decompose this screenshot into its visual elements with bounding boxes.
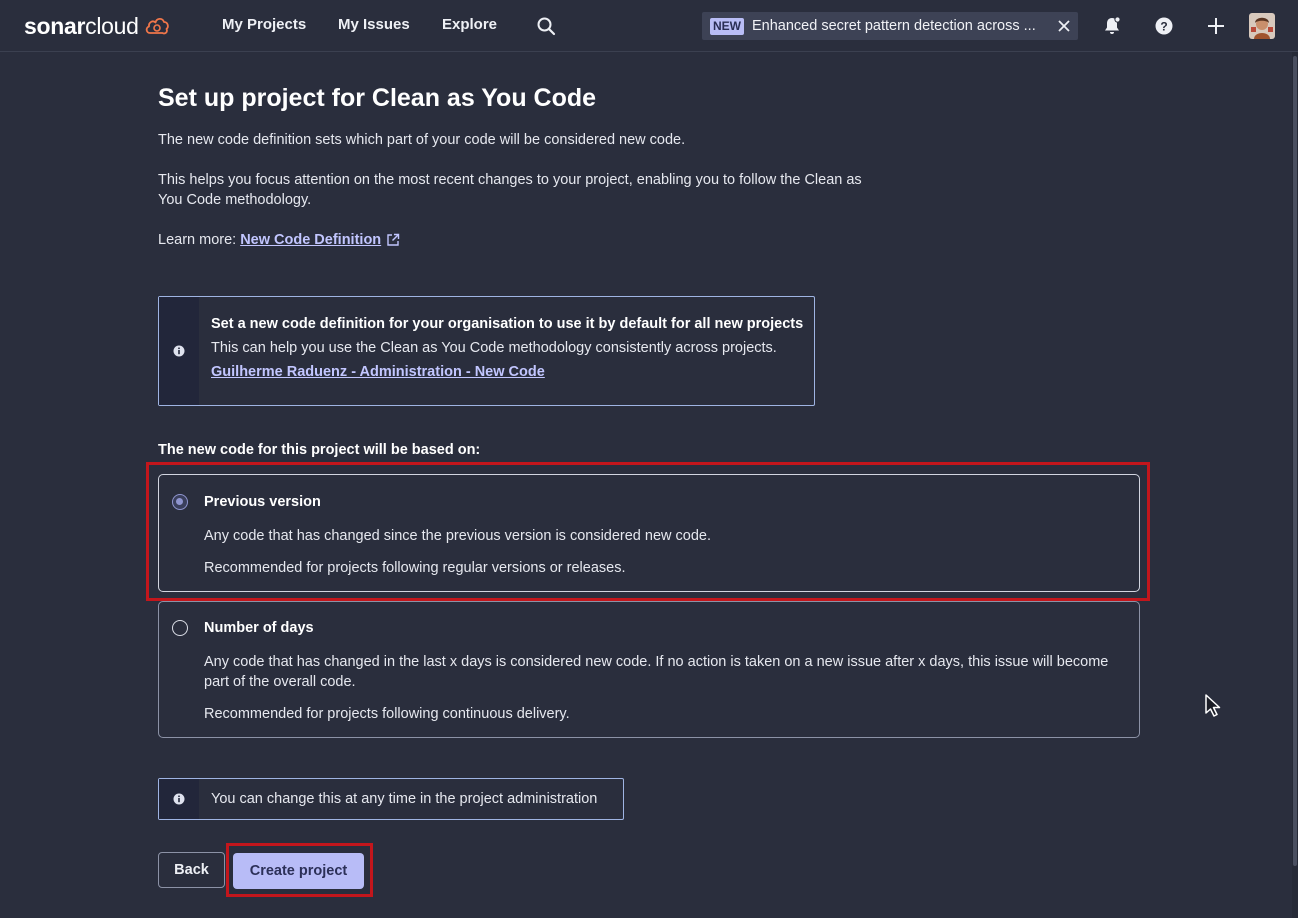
radio-number-of-days[interactable] [172,620,188,636]
back-button[interactable]: Back [158,852,225,888]
user-avatar-image [1249,13,1275,39]
option-description: Any code that has changed in the last x … [204,654,1109,690]
nav-explore[interactable]: Explore [442,16,497,33]
option-recommendation: Recommended for projects following conti… [204,706,570,722]
change-later-note: You can change this at any time in the p… [158,778,624,820]
sonarcloud-cloud-icon [145,17,169,35]
announcement-banner[interactable]: NEW Enhanced secret pattern detection ac… [702,12,1078,40]
option-number-of-days[interactable]: Number of days Any code that has changed… [158,601,1140,738]
external-link-icon[interactable] [386,233,400,247]
new-code-definition-link[interactable]: New Code Definition [240,230,381,250]
top-navigation-bar: sonar cloud My Projects My Issues Explore… [0,0,1298,52]
page-title: Set up project for Clean as You Code [158,84,597,112]
announcement-text[interactable]: Enhanced secret pattern detection across… [752,18,1052,34]
page-scrollbar[interactable] [1292,52,1298,918]
banner-text: This can help you use the Clean as You C… [211,340,777,356]
intro-paragraph: The new code definition sets which part … [158,132,686,148]
search-icon[interactable] [535,15,557,37]
options-heading: The new code for this project will be ba… [158,442,481,458]
info-icon-column [159,297,199,405]
intro-paragraph-2: This helps you focus attention on the mo… [158,170,918,210]
info-icon [173,345,185,357]
option-description: Any code that has changed since the prev… [204,528,712,544]
learn-more-label: Learn more: [158,232,237,248]
organisation-default-banner: Set a new code definition for your organ… [158,296,815,406]
notifications-bell-icon[interactable] [1101,15,1123,37]
logo-text-bold: sonar [24,12,86,39]
option-recommendation: Recommended for projects following regul… [204,560,626,576]
nav-my-issues[interactable]: My Issues [338,16,410,33]
scrollbar-thumb[interactable] [1293,56,1297,866]
administration-new-code-link[interactable]: Guilherme Raduenz - Administration - New… [211,364,803,380]
close-icon[interactable] [1056,18,1072,34]
user-avatar[interactable] [1249,13,1275,39]
banner-title: Set a new code definition for your organ… [211,316,804,332]
intro-line-2: You Code methodology. [158,192,312,208]
sonarcloud-logo[interactable]: sonar cloud [24,12,170,40]
change-note-text: You can change this at any time in the p… [211,791,598,807]
info-icon-column [159,779,199,819]
add-plus-icon[interactable] [1205,15,1227,37]
intro-line-1: This helps you focus attention on the mo… [158,172,862,188]
create-project-button[interactable]: Create project [233,853,364,889]
new-badge: NEW [710,17,744,35]
help-icon[interactable]: ? [1153,15,1175,37]
banner-body: Set a new code definition for your organ… [199,297,803,405]
option-title: Number of days [204,620,314,636]
svg-text:?: ? [1160,20,1167,34]
mouse-cursor-icon [1205,694,1221,717]
option-previous-version[interactable]: Previous version Any code that has chang… [158,474,1140,592]
nav-my-projects[interactable]: My Projects [222,16,306,33]
radio-previous-version[interactable] [172,494,188,510]
learn-more-row: Learn more: New Code Definition [158,230,400,250]
logo-text-light: cloud [85,12,139,39]
info-icon [173,793,185,805]
option-title: Previous version [204,494,321,510]
